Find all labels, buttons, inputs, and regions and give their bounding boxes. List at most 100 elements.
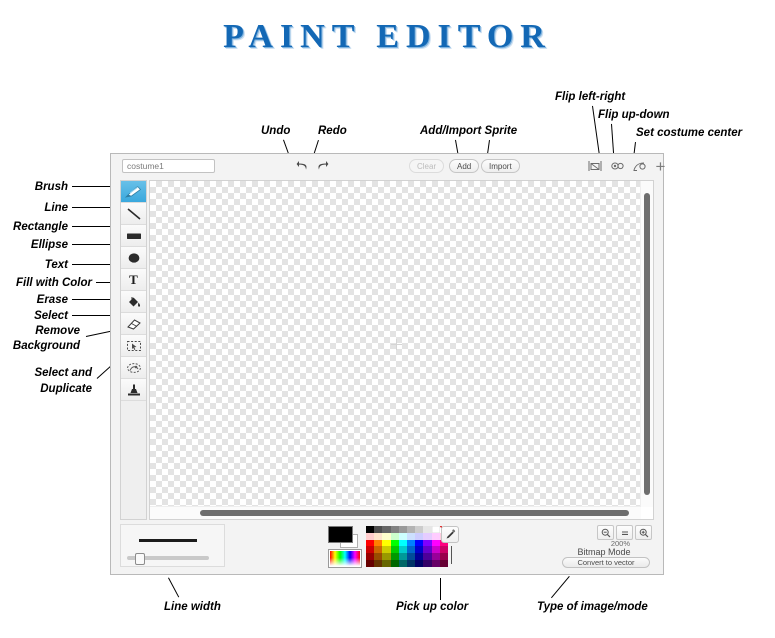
color-swatch[interactable] [374, 532, 383, 540]
color-swatch[interactable] [423, 559, 432, 567]
color-swatch[interactable] [415, 526, 424, 533]
tool-erase[interactable] [121, 313, 146, 335]
tool-fill-with-color[interactable] [121, 291, 146, 313]
tool-select-and-duplicate[interactable] [121, 379, 146, 401]
pick-up-color-button[interactable] [441, 526, 459, 543]
color-swatch[interactable] [374, 559, 383, 567]
tool-ellipse[interactable] [121, 247, 146, 269]
color-swatch[interactable] [431, 532, 440, 540]
color-swatch[interactable] [382, 539, 391, 547]
color-swatch[interactable] [406, 546, 416, 554]
convert-to-vector-button[interactable]: Convert to vector [562, 557, 650, 568]
color-swatch[interactable] [431, 553, 440, 560]
zoom-and-mode-panel: 200% Bitmap Mode Convert to vector [559, 524, 654, 568]
color-swatch[interactable] [431, 539, 440, 547]
tool-remove-background[interactable] [121, 357, 146, 379]
undo-button[interactable] [294, 158, 311, 174]
color-swatch[interactable] [374, 546, 383, 554]
color-swatch[interactable] [374, 526, 383, 533]
tool-rectangle[interactable] [121, 225, 146, 247]
color-swatch[interactable] [398, 553, 407, 560]
gradient-color-picker[interactable] [328, 549, 362, 568]
color-swatch[interactable] [431, 526, 440, 533]
color-swatch[interactable] [415, 553, 424, 560]
color-swatch[interactable] [382, 526, 391, 533]
page-title: PAINT EDITOR [223, 18, 552, 55]
color-swatch[interactable] [366, 539, 375, 547]
color-swatch[interactable] [415, 539, 424, 547]
color-swatch[interactable] [366, 526, 375, 533]
tool-select[interactable] [121, 335, 146, 357]
zoom-reset-button[interactable] [616, 525, 633, 540]
color-swatch[interactable] [390, 559, 399, 567]
add-costume-plus-button[interactable]: + [652, 158, 669, 175]
color-swatch[interactable] [382, 553, 391, 560]
color-swatch[interactable] [406, 526, 416, 533]
color-swatch[interactable] [382, 532, 391, 540]
color-swatch[interactable] [406, 539, 416, 547]
color-swatch[interactable] [415, 532, 424, 540]
tool-text[interactable]: T [121, 269, 146, 291]
import-button[interactable]: Import [481, 159, 520, 173]
color-swatch[interactable] [366, 546, 375, 554]
horizontal-scroll-thumb[interactable] [200, 510, 629, 516]
color-swatch[interactable] [423, 532, 432, 540]
color-swatch[interactable] [366, 559, 375, 567]
costume-center-icon [633, 162, 646, 171]
color-swatch[interactable] [390, 532, 399, 540]
tool-line[interactable] [121, 203, 146, 225]
color-swatch[interactable] [398, 539, 407, 547]
color-swatch[interactable] [374, 539, 383, 547]
color-swatch[interactable] [398, 526, 407, 533]
zoom-in-button[interactable] [635, 525, 652, 540]
color-swatch[interactable] [390, 526, 399, 533]
line-width-slider-handle[interactable] [135, 553, 145, 565]
color-swatch[interactable] [382, 546, 391, 554]
color-swatch[interactable] [398, 546, 407, 554]
canvas-horizontal-scrollbar[interactable] [150, 506, 641, 519]
color-swatch[interactable] [398, 559, 407, 567]
foreground-color-swatch[interactable] [328, 526, 353, 543]
color-swatch[interactable] [431, 546, 440, 554]
costume-name-input[interactable] [122, 159, 215, 173]
canvas-vertical-scrollbar[interactable] [640, 181, 653, 507]
editor-bottom-panel: 200% Bitmap Mode Convert to vector [120, 524, 654, 568]
zoom-out-button[interactable] [597, 525, 614, 540]
color-swatch[interactable] [439, 546, 448, 554]
redo-button[interactable] [314, 158, 331, 174]
color-swatch[interactable] [423, 526, 432, 533]
vertical-scroll-thumb[interactable] [644, 193, 650, 495]
color-swatch[interactable] [415, 559, 424, 567]
color-swatch[interactable] [406, 559, 416, 567]
color-swatch[interactable] [415, 546, 424, 554]
drawing-canvas[interactable] [150, 181, 641, 507]
color-swatch[interactable] [406, 553, 416, 560]
color-swatch[interactable] [366, 532, 375, 540]
line-width-slider[interactable] [127, 553, 209, 565]
leader-line-undo [283, 139, 289, 154]
color-swatch[interactable] [390, 546, 399, 554]
gradient-color-picker-inner [330, 551, 360, 566]
color-swatch[interactable] [406, 532, 416, 540]
color-swatch[interactable] [423, 539, 432, 547]
color-swatch[interactable] [423, 553, 432, 560]
color-swatch[interactable] [439, 559, 448, 567]
tool-brush[interactable] [121, 181, 146, 203]
color-swatch[interactable] [390, 553, 399, 560]
color-swatch[interactable] [439, 553, 448, 560]
ellipse-icon [128, 252, 139, 263]
leader-line-add [455, 139, 459, 154]
color-swatch[interactable] [398, 532, 407, 540]
flip-left-right-button[interactable] [586, 158, 603, 175]
color-panel [320, 524, 460, 568]
color-swatch[interactable] [374, 553, 383, 560]
set-costume-center-button[interactable] [630, 158, 647, 175]
add-button[interactable]: Add [449, 159, 480, 173]
color-swatch[interactable] [382, 559, 391, 567]
color-swatch[interactable] [390, 539, 399, 547]
color-swatch[interactable] [423, 546, 432, 554]
color-swatch[interactable] [366, 553, 375, 560]
color-swatch[interactable] [431, 559, 440, 567]
flip-up-down-button[interactable] [608, 158, 625, 175]
clear-button[interactable]: Clear [409, 159, 445, 173]
